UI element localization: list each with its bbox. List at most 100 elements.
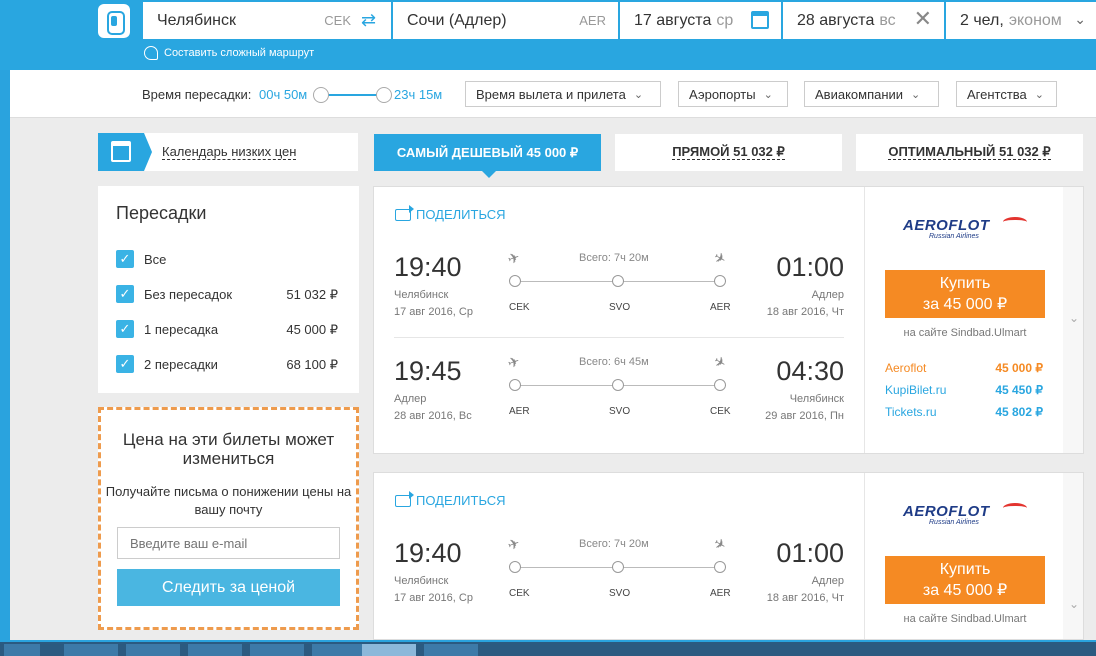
checkbox-checked-icon[interactable]: ✓ xyxy=(116,355,134,373)
agencies-filter-label: Агентства xyxy=(967,86,1027,102)
calendar-badge xyxy=(98,133,152,171)
share-icon xyxy=(395,490,414,507)
stop-option-label: 2 пересадки xyxy=(144,357,218,372)
chevron-down-icon: ⌄ xyxy=(911,88,921,101)
airlines-filter-dropdown[interactable]: Авиакомпании ⌄ xyxy=(804,81,939,107)
calendar-icon xyxy=(111,141,131,162)
takeoff-icon: ✈ xyxy=(505,248,522,268)
chevron-down-icon: ⌄ xyxy=(763,88,773,101)
stop-option-nonstop[interactable]: ✓ Без пересадок 51 032 ₽ xyxy=(116,285,338,305)
email-input[interactable] xyxy=(117,527,340,559)
chevron-down-icon[interactable]: ⌄ xyxy=(1069,597,1079,611)
filter-bar: Время пересадки: 00ч 50м 23ч 15м Время в… xyxy=(10,70,1096,118)
follow-price-button[interactable]: Следить за ценой xyxy=(117,569,340,606)
share-link[interactable]: ПОДЕЛИТЬСЯ xyxy=(395,490,506,508)
taskbar-app[interactable] xyxy=(64,644,118,656)
share-label: ПОДЕЛИТЬСЯ xyxy=(416,493,506,508)
airport-code: CEK xyxy=(509,588,530,599)
tab-cheapest[interactable]: САМЫЙ ДЕШЕВЫЙ 45 000 ₽ xyxy=(374,134,601,178)
route-stop-dot xyxy=(612,561,624,573)
ticket-itinerary: ПОДЕЛИТЬСЯ 19:40 Челябинск 17 авг 2016, … xyxy=(374,187,864,453)
time-filter-dropdown[interactable]: Время вылета и прилета ⌄ xyxy=(465,81,661,107)
buy-label: Купить xyxy=(939,275,991,292)
price-alert-text: Получайте письма о понижении цены на ваш… xyxy=(105,484,352,517)
route-icon xyxy=(144,46,158,60)
checkbox-checked-icon[interactable]: ✓ xyxy=(116,320,134,338)
checkbox-checked-icon[interactable]: ✓ xyxy=(116,250,134,268)
ticket-itinerary: ПОДЕЛИТЬСЯ 19:40 Челябинск 17 авг 2016, … xyxy=(374,473,864,639)
ticket-purchase-panel: AEROFLOT Russian Airlines Купить за 45 0… xyxy=(864,473,1065,639)
airline-subtitle: Russian Airlines xyxy=(929,519,979,526)
origin-field[interactable]: Челябинск CEK ⇄ xyxy=(143,2,391,39)
buy-label: Купить xyxy=(939,561,991,578)
arrival-time: 04:30 xyxy=(776,356,844,386)
total-duration: Всего: 7ч 20м xyxy=(579,252,649,264)
results-page: Время пересадки: 00ч 50м 23ч 15м Время в… xyxy=(10,70,1096,640)
taskbar-app[interactable] xyxy=(188,644,242,656)
route-stop-dot xyxy=(509,379,521,391)
travel-class: эконом xyxy=(1008,11,1062,29)
time-filter-label: Время вылета и прилета xyxy=(476,86,626,102)
stop-option-all[interactable]: ✓ Все xyxy=(116,250,338,270)
return-date: 28 августа xyxy=(797,11,875,29)
agent-price: 45 000 ₽ xyxy=(995,361,1043,375)
passengers-field[interactable]: 2 чел, эконом ⌄ xyxy=(946,2,1096,39)
card-expand-strip[interactable]: ⌄ xyxy=(1063,187,1083,453)
swap-icon[interactable]: ⇄ xyxy=(361,11,381,29)
share-link[interactable]: ПОДЕЛИТЬСЯ xyxy=(395,204,506,222)
stop-option-label: Все xyxy=(144,252,167,267)
buy-site: на сайте Sindbad.Ulmart xyxy=(903,327,1027,339)
complex-route-link[interactable]: Составить сложный маршрут xyxy=(144,46,314,60)
buy-button[interactable]: Купить за 45 000 ₽ xyxy=(885,270,1045,318)
departure-time: 19:40 xyxy=(394,538,462,568)
share-label: ПОДЕЛИТЬСЯ xyxy=(416,207,506,222)
route-stop-dot xyxy=(509,561,521,573)
low-price-calendar-link[interactable]: Календарь низких цен xyxy=(98,133,358,171)
destination-field[interactable]: Сочи (Адлер) AER xyxy=(393,2,618,39)
airport-code: SVO xyxy=(609,302,631,313)
depart-day: ср xyxy=(716,11,734,29)
taskbar-app-active[interactable] xyxy=(362,644,416,656)
taskbar-app[interactable] xyxy=(250,644,304,656)
stop-option-price: 68 100 ₽ xyxy=(286,357,338,372)
agent-name[interactable]: KupiBilet.ru xyxy=(885,383,946,397)
airports-filter-dropdown[interactable]: Аэропорты ⌄ xyxy=(678,81,788,107)
return-date-field[interactable]: 28 августа вс ✕ xyxy=(783,2,944,39)
route-stop-dot xyxy=(612,275,624,287)
search-bar: Челябинск CEK ⇄ Сочи (Адлер) AER 17 авгу… xyxy=(0,0,1096,70)
tab-optimal[interactable]: ОПТИМАЛЬНЫЙ 51 032 ₽ xyxy=(856,134,1083,171)
buy-button[interactable]: Купить за 45 000 ₽ xyxy=(885,556,1045,604)
destination-code: AER xyxy=(579,13,606,28)
agent-name[interactable]: Tickets.ru xyxy=(885,405,937,419)
agencies-filter-dropdown[interactable]: Агентства ⌄ xyxy=(956,81,1057,107)
card-expand-strip[interactable]: ⌄ xyxy=(1063,473,1083,639)
stop-option-one[interactable]: ✓ 1 пересадка 45 000 ₽ xyxy=(116,320,338,340)
checkbox-checked-icon[interactable]: ✓ xyxy=(116,285,134,303)
buy-site: на сайте Sindbad.Ulmart xyxy=(903,613,1027,625)
chevron-down-icon[interactable]: ⌄ xyxy=(1069,311,1079,325)
start-button[interactable] xyxy=(4,644,40,656)
calendar-icon[interactable] xyxy=(751,11,769,29)
total-duration: Всего: 6ч 45м xyxy=(579,356,649,368)
airline-name: AEROFLOT xyxy=(903,217,990,234)
transfer-slider-max-handle[interactable] xyxy=(376,87,392,103)
taskbar-app[interactable] xyxy=(424,644,478,656)
logo-icon[interactable] xyxy=(98,4,130,38)
buy-price: за 45 000 ₽ xyxy=(922,296,1008,313)
departure-city: Адлер xyxy=(394,393,427,405)
agent-price: 45 450 ₽ xyxy=(995,383,1043,397)
stop-option-price: 45 000 ₽ xyxy=(286,322,338,337)
tab-optimal-label: ОПТИМАЛЬНЫЙ 51 032 ₽ xyxy=(888,144,1051,160)
route-stop-dot xyxy=(714,275,726,287)
close-icon[interactable]: ✕ xyxy=(914,8,932,30)
stop-option-two[interactable]: ✓ 2 пересадки 68 100 ₽ xyxy=(116,355,338,375)
transfer-slider-min-handle[interactable] xyxy=(313,87,329,103)
departure-city: Челябинск xyxy=(394,289,449,301)
taskbar-app[interactable] xyxy=(312,644,366,656)
tab-direct[interactable]: ПРЯМОЙ 51 032 ₽ xyxy=(615,134,842,171)
agent-price: 45 802 ₽ xyxy=(995,405,1043,419)
depart-date-field[interactable]: 17 августа ср xyxy=(620,2,781,39)
origin-code: CEK xyxy=(324,13,351,28)
taskbar-app[interactable] xyxy=(126,644,180,656)
agent-name[interactable]: Aeroflot xyxy=(885,361,926,375)
